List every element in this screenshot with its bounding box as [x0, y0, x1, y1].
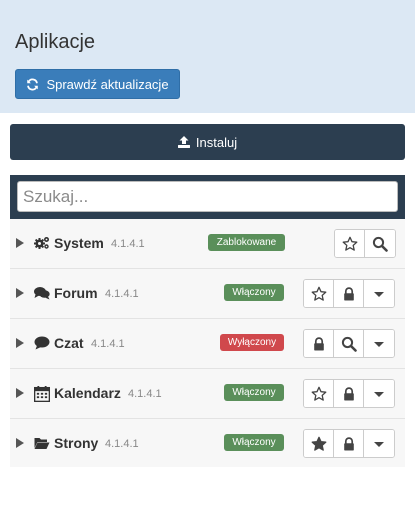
expand-caret-icon[interactable] — [16, 288, 24, 298]
lock-button[interactable] — [334, 280, 364, 307]
caret-down-button[interactable] — [364, 380, 394, 407]
status-badge: Włączony — [224, 434, 284, 451]
caret-down-icon — [371, 286, 387, 302]
app-name: Czat — [54, 335, 84, 351]
star-filled-button[interactable] — [304, 430, 334, 457]
action-button-group — [303, 379, 395, 408]
comments-icon — [34, 286, 50, 300]
app-row-forum: Forum 4.1.4.1 Włączony — [10, 269, 405, 319]
lock-icon — [341, 286, 357, 302]
page-title: Aplikacje — [15, 31, 96, 53]
star-outline-icon — [311, 286, 327, 302]
caret-down-button[interactable] — [364, 430, 394, 457]
lock-icon — [311, 336, 327, 352]
caret-down-button[interactable] — [364, 330, 394, 357]
search-bar — [10, 175, 405, 219]
app-name: Forum — [54, 285, 98, 301]
app-version: 4.1.4.1 — [111, 238, 145, 250]
star-outline-button[interactable] — [335, 230, 365, 257]
app-row-strony: Strony 4.1.4.1 Włączony — [10, 419, 405, 467]
star-outline-button[interactable] — [304, 380, 334, 407]
lock-button[interactable] — [334, 430, 364, 457]
status-badge: Zablokowane — [208, 234, 285, 251]
star-outline-icon — [311, 386, 327, 402]
search-icon — [341, 336, 357, 352]
install-label: Instaluj — [195, 134, 238, 150]
action-button-group — [334, 229, 396, 258]
status-badge: Włączony — [224, 384, 284, 401]
lock-icon — [341, 386, 357, 402]
search-input[interactable] — [17, 181, 398, 212]
star-outline-icon — [342, 236, 358, 252]
status-badge: Wyłączony — [220, 334, 284, 351]
check-updates-button[interactable]: Sprawdź aktualizacje — [15, 69, 180, 99]
check-updates-label: Sprawdź aktualizacje — [46, 76, 169, 92]
app-row-kalendarz: Kalendarz 4.1.4.1 Włączony — [10, 369, 405, 419]
expand-caret-icon[interactable] — [16, 338, 24, 348]
lock-button[interactable] — [304, 330, 334, 357]
lock-button[interactable] — [334, 380, 364, 407]
app-version: 4.1.4.1 — [128, 388, 162, 400]
star-outline-button[interactable] — [304, 280, 334, 307]
app-name: Strony — [54, 435, 99, 451]
caret-down-icon — [371, 386, 387, 402]
action-button-group — [303, 329, 395, 358]
star-filled-icon — [311, 436, 327, 452]
action-button-group — [303, 279, 395, 308]
status-badge: Włączony — [224, 284, 284, 301]
cogs-icon — [34, 236, 50, 250]
expand-caret-icon[interactable] — [16, 438, 24, 448]
app-version: 4.1.4.1 — [91, 338, 125, 350]
app-row-czat: Czat 4.1.4.1 Wyłączony — [10, 319, 405, 369]
app-version: 4.1.4.1 — [105, 438, 139, 450]
caret-down-button[interactable] — [364, 280, 394, 307]
expand-caret-icon[interactable] — [16, 238, 24, 248]
app-list: System 4.1.4.1 Zablokowane Forum 4.1.4.1 Włąc… — [10, 219, 405, 467]
calendar-icon — [33, 386, 51, 403]
app-name: Kalendarz — [54, 385, 121, 401]
expand-caret-icon[interactable] — [16, 388, 24, 398]
caret-down-icon — [371, 336, 387, 352]
upload-icon — [177, 136, 190, 148]
app-name: System — [54, 235, 104, 251]
page-header: Aplikacje Sprawdź aktualizacje — [0, 0, 415, 113]
search-button[interactable] — [365, 230, 395, 257]
app-version: 4.1.4.1 — [105, 288, 139, 300]
folder-open-icon — [34, 436, 50, 450]
comment-icon — [34, 336, 50, 350]
caret-down-icon — [371, 436, 387, 452]
refresh-icon — [27, 78, 39, 90]
lock-icon — [341, 436, 357, 452]
install-button[interactable]: Instaluj — [10, 124, 405, 160]
search-button[interactable] — [334, 330, 364, 357]
app-row-system: System 4.1.4.1 Zablokowane — [10, 219, 405, 269]
search-icon — [372, 236, 388, 252]
action-button-group — [303, 429, 395, 458]
